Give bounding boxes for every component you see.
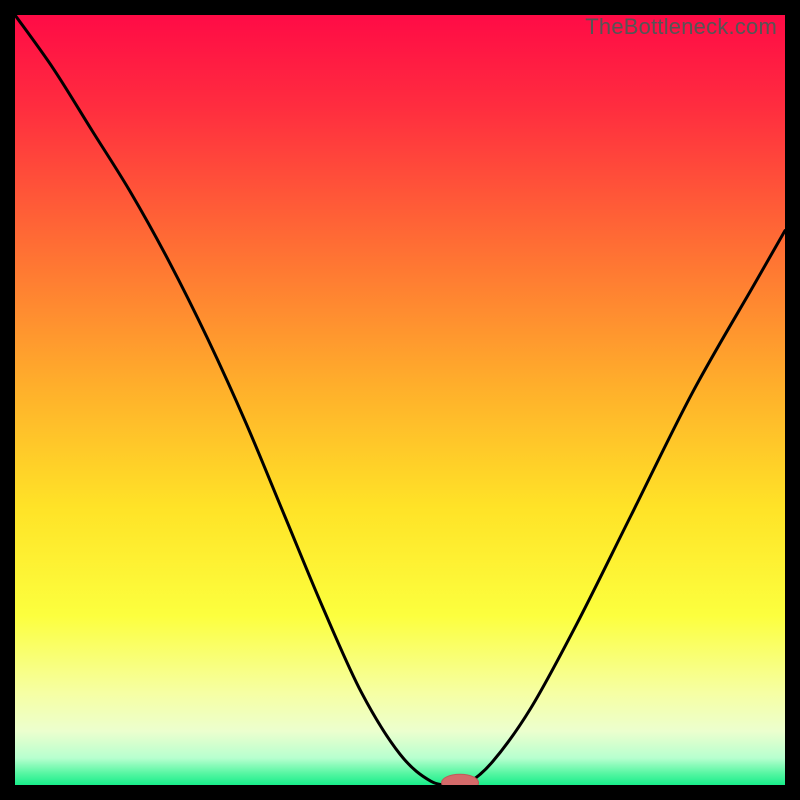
attribution-label: TheBottleneck.com [585, 14, 777, 40]
gradient-background [15, 15, 785, 785]
bottleneck-chart [15, 15, 785, 785]
chart-frame: TheBottleneck.com [15, 15, 785, 785]
